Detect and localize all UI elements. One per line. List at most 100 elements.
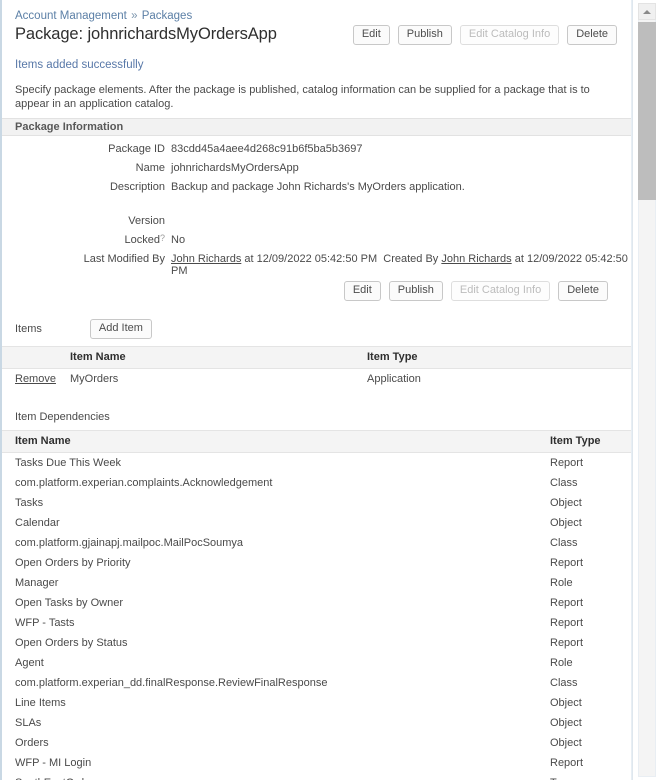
dependency-row-name: Open Orders by Status: [15, 636, 128, 649]
field-label-version: Version: [128, 215, 165, 227]
last-modified-at-timestamp: 12/09/2022 05:42:50 PM: [256, 253, 378, 265]
dependency-row-type: Class: [550, 676, 578, 689]
breadcrumb-link-packages[interactable]: Packages: [142, 10, 193, 22]
remove-item-link[interactable]: Remove: [2, 373, 56, 385]
table-row: Remove MyOrders Application: [2, 369, 631, 390]
title-row: Package: johnrichardsMyOrdersApp Edit Pu…: [2, 22, 631, 49]
field-label-package-id: Package ID: [108, 143, 165, 155]
field-value-name: johnrichardsMyOrdersApp: [171, 162, 299, 174]
dependencies-section-label: Item Dependencies: [15, 411, 110, 423]
items-table: Item Name Item Type Remove MyOrders Appl…: [2, 346, 631, 389]
dependency-row-name: Orders: [15, 736, 49, 749]
help-question-icon[interactable]: ?: [160, 233, 165, 243]
table-row: Calendar Object: [2, 513, 631, 533]
dependency-row-name: WFP - Tasts: [15, 616, 75, 629]
table-row: Orders Object: [2, 733, 631, 753]
table-row: SouthEastOrdersTeam: [2, 773, 631, 780]
dependency-row-name: com.platform.gjainapj.mailpoc.MailPocSou…: [15, 536, 244, 549]
dependency-row-name: SLAs: [15, 716, 42, 729]
dependencies-header-item-type: Item Type: [550, 430, 631, 453]
field-label-locked: Locked?: [2, 233, 171, 246]
dependency-row-type: Role: [550, 656, 573, 669]
table-row: Tasks Due This Week Report: [2, 453, 631, 474]
dependency-row-name: WFP - MI Login: [15, 756, 92, 769]
dependency-row-type: Report: [550, 456, 584, 469]
field-value-audit: John Richards at 12/09/2022 05:42:50 PM …: [171, 253, 631, 277]
edit-catalog-info-button-top: Edit Catalog Info: [459, 25, 560, 45]
dependency-row-type: Object: [550, 736, 582, 749]
last-modified-by-user-link[interactable]: John Richards: [171, 253, 241, 265]
publish-button-top[interactable]: Publish: [397, 25, 452, 45]
breadcrumb-separator: »: [131, 10, 138, 22]
dependency-row-type: Report: [550, 616, 584, 629]
dependency-row-name: Calendar: [15, 516, 60, 529]
items-row-name: MyOrders: [70, 372, 119, 385]
edit-button-top[interactable]: Edit: [352, 25, 390, 45]
publish-button-bottom[interactable]: Publish: [388, 281, 443, 301]
field-label-name: Name: [135, 162, 165, 174]
items-toolbar: Items Add Item: [2, 301, 631, 339]
last-modified-at-preposition: at: [244, 253, 254, 265]
items-section-label: Items: [15, 323, 42, 335]
add-item-button[interactable]: Add Item: [89, 319, 152, 339]
dependency-row-type: Object: [550, 716, 582, 729]
items-header-row: Item Name Item Type: [2, 346, 631, 369]
status-message: Items added successfully: [15, 59, 144, 71]
created-by-label: Created By: [383, 253, 439, 265]
table-row: com.platform.experian.complaints.Acknowl…: [2, 473, 631, 493]
package-detail-page: Account Management » Packages Package: j…: [0, 0, 657, 780]
created-at-preposition: at: [514, 253, 524, 265]
items-table-head: Item Name Item Type: [2, 346, 631, 369]
field-spacer: [2, 200, 631, 215]
dependency-row-name: Tasks: [15, 496, 44, 509]
scrollbar-thumb[interactable]: [638, 22, 656, 200]
table-row: com.platform.gjainapj.mailpoc.MailPocSou…: [2, 533, 631, 553]
intro-description: Specify package elements. After the pack…: [15, 84, 590, 110]
delete-button-top[interactable]: Delete: [567, 25, 617, 45]
items-header-item-name: Item Name: [70, 346, 367, 369]
created-by-user-link[interactable]: John Richards: [441, 253, 511, 265]
dependency-row-type: Report: [550, 596, 584, 609]
dependencies-table-body: Tasks Due This Week Report com.platform.ex…: [2, 453, 631, 780]
field-value-package-id: 83cdd45a4aee4d268c91b6f5ba5b3697: [171, 143, 363, 155]
table-row: WFP - Tasts Report: [2, 613, 631, 633]
dependency-row-name: Agent: [15, 656, 44, 669]
field-label-last-modified-by: Last Modified By: [83, 253, 165, 265]
dependencies-header-item-name: Item Name: [2, 430, 550, 453]
table-row: com.platform.experian_dd.finalResponse.R…: [2, 673, 631, 693]
field-version: Version: [2, 215, 631, 234]
field-label-locked-text: Locked: [124, 234, 160, 246]
items-row-action: Remove: [2, 369, 70, 390]
dependencies-table-head: Item Name Item Type: [2, 430, 631, 453]
scroll-up-button[interactable]: [638, 3, 656, 20]
table-row: Line Items Object: [2, 693, 631, 713]
breadcrumb-link-account-management[interactable]: Account Management: [15, 10, 127, 22]
dependency-row-type: Team: [550, 773, 631, 780]
field-package-id: Package ID 83cdd45a4aee4d268c91b6f5ba5b3…: [2, 143, 631, 162]
dependency-row-type: Report: [550, 756, 584, 769]
dependency-row-name: com.platform.experian.complaints.Acknowl…: [15, 476, 273, 489]
dependency-row-type: Class: [550, 476, 578, 489]
table-row: Open Orders by Priority Report: [2, 553, 631, 573]
items-table-body: Remove MyOrders Application: [2, 369, 631, 390]
dependencies-table: Item Name Item Type Tasks Due This Week R…: [2, 430, 631, 780]
table-row: Open Orders by Status Report: [2, 633, 631, 653]
delete-button-bottom[interactable]: Delete: [558, 281, 608, 301]
vertical-scrollbar[interactable]: [632, 0, 657, 780]
top-action-buttons: Edit Publish Edit Catalog Info Delete: [352, 25, 617, 45]
field-audit: Last Modified By John Richards at 12/09/…: [2, 253, 631, 277]
dependency-row-name: SouthEastOrders: [2, 773, 550, 780]
package-information-heading: Package Information: [2, 118, 631, 136]
table-row: SLAs Object: [2, 713, 631, 733]
scroll-up-arrow-icon: [643, 10, 651, 14]
dependency-row-name: Open Orders by Priority: [15, 556, 131, 569]
table-row: Tasks Object: [2, 493, 631, 513]
table-row: Open Tasks by Owner Report: [2, 593, 631, 613]
field-value-description: Backup and package John Richards's MyOrd…: [171, 181, 465, 193]
table-row: Agent Role: [2, 653, 631, 673]
dependency-row-type: Object: [550, 516, 582, 529]
table-row: Manager Role: [2, 573, 631, 593]
dependency-row-name: Tasks Due This Week: [15, 456, 121, 469]
edit-button-bottom[interactable]: Edit: [343, 281, 381, 301]
dependency-row-name: Open Tasks by Owner: [15, 596, 124, 609]
